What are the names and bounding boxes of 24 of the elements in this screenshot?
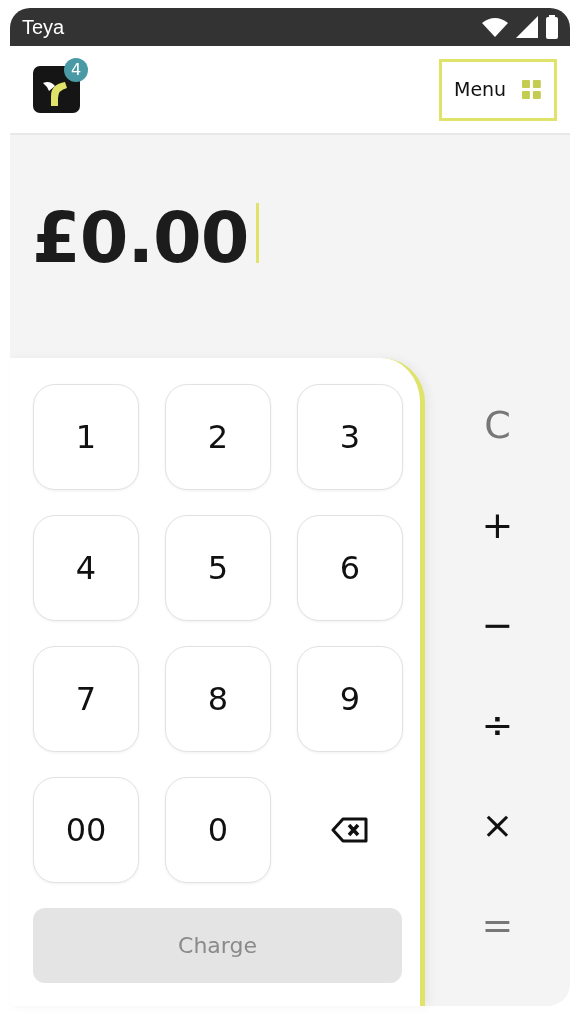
operator-key[interactable]: × [462, 783, 533, 867]
digit-key[interactable]: 7 [33, 646, 139, 752]
digit-key[interactable]: 9 [297, 646, 403, 752]
battery-icon [546, 15, 558, 39]
digit-key[interactable]: 00 [33, 777, 139, 883]
digit-key[interactable]: 8 [165, 646, 271, 752]
backspace-icon [331, 817, 369, 843]
digit-key[interactable]: 0 [165, 777, 271, 883]
notification-badge: 4 [64, 58, 88, 82]
digit-key[interactable]: 1 [33, 384, 139, 490]
digit-key[interactable]: 5 [165, 515, 271, 621]
menu-button[interactable]: Menu [439, 58, 557, 121]
digit-key[interactable]: 2 [165, 384, 271, 490]
operator-key[interactable]: ÷ [462, 683, 533, 767]
operator-key[interactable]: − [462, 583, 533, 667]
digit-key[interactable]: 6 [297, 515, 403, 621]
wifi-icon [482, 17, 508, 37]
digit-key[interactable]: 4 [33, 515, 139, 621]
digit-key[interactable]: 3 [297, 384, 403, 490]
grid-icon [522, 79, 542, 100]
operator-key[interactable]: + [462, 483, 533, 567]
amount-display: £0.00 [32, 203, 249, 273]
signal-icon [516, 16, 538, 38]
status-bar-title: Teya [22, 15, 65, 40]
